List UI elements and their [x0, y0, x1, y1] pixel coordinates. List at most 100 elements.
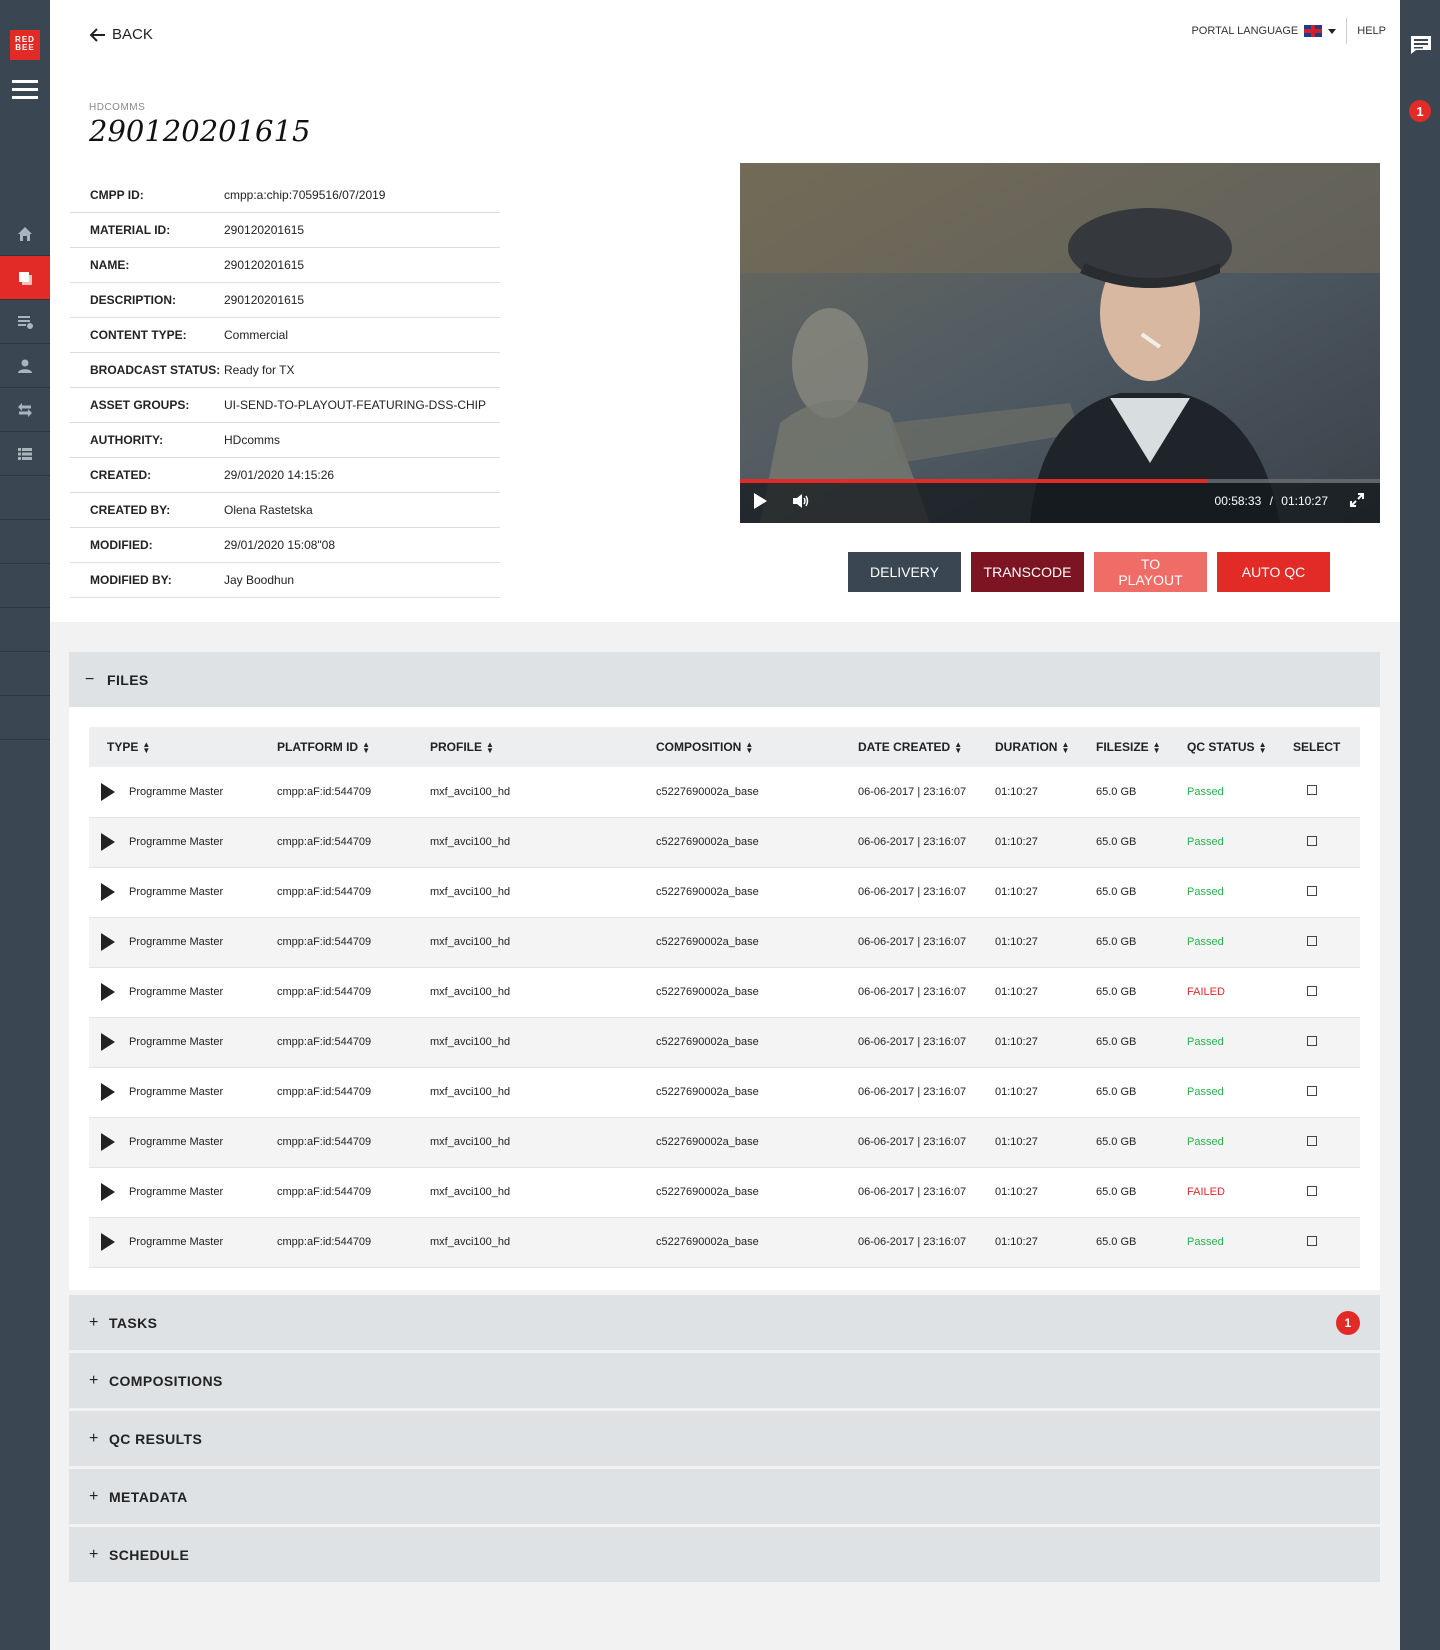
- chat-icon[interactable]: [1410, 35, 1432, 55]
- play-icon[interactable]: [101, 1233, 115, 1251]
- info-value: 29/01/2020 14:15:26: [224, 468, 335, 482]
- notification-badge[interactable]: 1: [1409, 100, 1431, 122]
- select-checkbox[interactable]: [1307, 985, 1317, 996]
- volume-icon[interactable]: [792, 493, 810, 509]
- column-header-date-created[interactable]: DATE CREATED ▲ ▼: [850, 727, 987, 767]
- filesize-text: 65.0 GB: [1096, 1036, 1137, 1048]
- qc-status-text: FAILED: [1187, 1186, 1225, 1198]
- select-checkbox[interactable]: [1307, 1235, 1317, 1246]
- fullscreen-icon[interactable]: [1350, 493, 1364, 507]
- sidebar-item-assets[interactable]: [0, 256, 50, 300]
- select-checkbox[interactable]: [1307, 1135, 1317, 1146]
- hamburger-menu-icon[interactable]: [12, 80, 38, 100]
- info-label: CREATED:: [90, 468, 152, 482]
- left-sidebar: RED BEE: [0, 0, 50, 1650]
- select-checkbox[interactable]: [1307, 1035, 1317, 1046]
- table-row[interactable]: Programme Master cmpp:aF:id:544709 mxf_avc…: [89, 817, 1360, 867]
- play-icon[interactable]: [101, 1133, 115, 1151]
- tasks-section-header[interactable]: + TASKS 1: [69, 1295, 1380, 1350]
- select-checkbox[interactable]: [1307, 835, 1317, 846]
- play-icon[interactable]: [101, 883, 115, 901]
- column-header-composition[interactable]: COMPOSITION ▲ ▼: [648, 727, 850, 767]
- portal-language-selector[interactable]: PORTAL LANGUAGE: [1191, 18, 1348, 44]
- play-icon[interactable]: [101, 833, 115, 851]
- column-label: SELECT: [1293, 740, 1341, 754]
- table-row[interactable]: Programme Master cmpp:aF:id:544709 mxf_avc…: [89, 917, 1360, 967]
- select-checkbox[interactable]: [1307, 1185, 1317, 1196]
- delivery-button[interactable]: DELIVERY: [848, 552, 961, 592]
- play-icon[interactable]: [101, 1183, 115, 1201]
- composition-text: c5227690002a_base: [656, 986, 759, 998]
- user-icon: [18, 359, 32, 373]
- metadata-section-header[interactable]: + METADATA: [69, 1469, 1380, 1524]
- files-section-header[interactable]: − FILES: [69, 652, 1380, 707]
- sidebar-item-list[interactable]: [0, 432, 50, 476]
- platform-id-cell: cmpp:aF:id:544709: [269, 867, 422, 917]
- qc-status-cell: Passed: [1179, 817, 1285, 867]
- column-header-filesize[interactable]: FILESIZE ▲ ▼: [1088, 727, 1179, 767]
- help-link[interactable]: HELP: [1347, 25, 1386, 37]
- select-checkbox[interactable]: [1307, 935, 1317, 946]
- date-created-text: 06-06-2017 | 23:16:07: [858, 886, 967, 898]
- play-icon[interactable]: [101, 933, 115, 951]
- qc-status-text: Passed: [1187, 1136, 1224, 1148]
- schedule-section-header[interactable]: + SCHEDULE: [69, 1527, 1380, 1582]
- sort-icon: ▲ ▼: [1258, 739, 1267, 755]
- play-icon[interactable]: [101, 1033, 115, 1051]
- column-header-platform-id[interactable]: PLATFORM ID ▲ ▼: [269, 727, 422, 767]
- table-row[interactable]: Programme Master cmpp:aF:id:544709 mxf_avc…: [89, 1017, 1360, 1067]
- select-checkbox[interactable]: [1307, 1085, 1317, 1096]
- file-type-cell: Programme Master: [89, 967, 269, 1017]
- platform-id-cell: cmpp:aF:id:544709: [269, 1217, 422, 1267]
- sidebar-item-queue[interactable]: [0, 300, 50, 344]
- file-type-cell: Programme Master: [89, 1017, 269, 1067]
- sidebar-item-users[interactable]: [0, 344, 50, 388]
- qc-status-text: Passed: [1187, 1086, 1224, 1098]
- platform-id-cell: cmpp:aF:id:544709: [269, 1067, 422, 1117]
- duration-cell: 01:10:27: [987, 967, 1088, 1017]
- column-header-type[interactable]: TYPE ▲ ▼: [89, 727, 269, 767]
- table-row[interactable]: Programme Master cmpp:aF:id:544709 mxf_avc…: [89, 1067, 1360, 1117]
- compositions-section-header[interactable]: + COMPOSITIONS: [69, 1353, 1380, 1408]
- transcode-button[interactable]: TRANSCODE: [971, 552, 1084, 592]
- info-row: MODIFIED BY: Jay Boodhun: [70, 563, 500, 598]
- asset-info-table: CMPP ID: cmpp:a:chip:7059516/07/2019 MATE…: [70, 178, 500, 598]
- play-icon[interactable]: [754, 493, 767, 509]
- to-playout-button[interactable]: TO PLAYOUT: [1094, 552, 1207, 592]
- column-header-profile[interactable]: PROFILE ▲ ▼: [422, 727, 648, 767]
- select-checkbox[interactable]: [1307, 785, 1317, 796]
- qc-status-text: Passed: [1187, 1036, 1224, 1048]
- select-cell: [1285, 1167, 1360, 1217]
- composition-cell: c5227690002a_base: [648, 1217, 850, 1267]
- table-row[interactable]: Programme Master cmpp:aF:id:544709 mxf_avc…: [89, 1117, 1360, 1167]
- sidebar-item-transfers[interactable]: [0, 388, 50, 432]
- duration-text: 01:10:27: [995, 936, 1038, 948]
- table-row[interactable]: Programme Master cmpp:aF:id:544709 mxf_avc…: [89, 767, 1360, 817]
- composition-cell: c5227690002a_base: [648, 1167, 850, 1217]
- table-row[interactable]: Programme Master cmpp:aF:id:544709 mxf_avc…: [89, 867, 1360, 917]
- column-header-duration[interactable]: DURATION ▲ ▼: [987, 727, 1088, 767]
- info-value: Olena Rastetska: [224, 503, 313, 517]
- sort-icon: ▲ ▼: [745, 739, 754, 755]
- top-links: PORTAL LANGUAGE HELP: [1191, 18, 1386, 44]
- info-row: MODIFIED: 29/01/2020 15:08"08: [70, 528, 500, 563]
- table-row[interactable]: Programme Master cmpp:aF:id:544709 mxf_avc…: [89, 967, 1360, 1017]
- profile-text: mxf_avci100_hd: [430, 986, 511, 998]
- auto-qc-button[interactable]: AUTO QC: [1217, 552, 1330, 592]
- duration-text: 01:10:27: [995, 1136, 1038, 1148]
- play-icon[interactable]: [101, 782, 115, 801]
- qc-status-cell: Passed: [1179, 917, 1285, 967]
- column-header-qc-status[interactable]: QC STATUS ▲ ▼: [1179, 727, 1285, 767]
- sidebar-item-home[interactable]: [0, 212, 50, 256]
- qc-results-section-header[interactable]: + QC RESULTS: [69, 1411, 1380, 1466]
- player-progress-bar[interactable]: [740, 479, 1380, 483]
- table-row[interactable]: Programme Master cmpp:aF:id:544709 mxf_avc…: [89, 1217, 1360, 1267]
- sidebar-item-empty-4: [0, 608, 50, 652]
- table-row[interactable]: Programme Master cmpp:aF:id:544709 mxf_avc…: [89, 1167, 1360, 1217]
- video-player[interactable]: 00:58:33 / 01:10:27: [740, 163, 1380, 523]
- red-bee-logo[interactable]: RED BEE: [10, 30, 40, 60]
- play-icon[interactable]: [101, 1083, 115, 1101]
- back-button[interactable]: BACK: [90, 26, 153, 43]
- select-checkbox[interactable]: [1307, 885, 1317, 896]
- play-icon[interactable]: [101, 983, 115, 1001]
